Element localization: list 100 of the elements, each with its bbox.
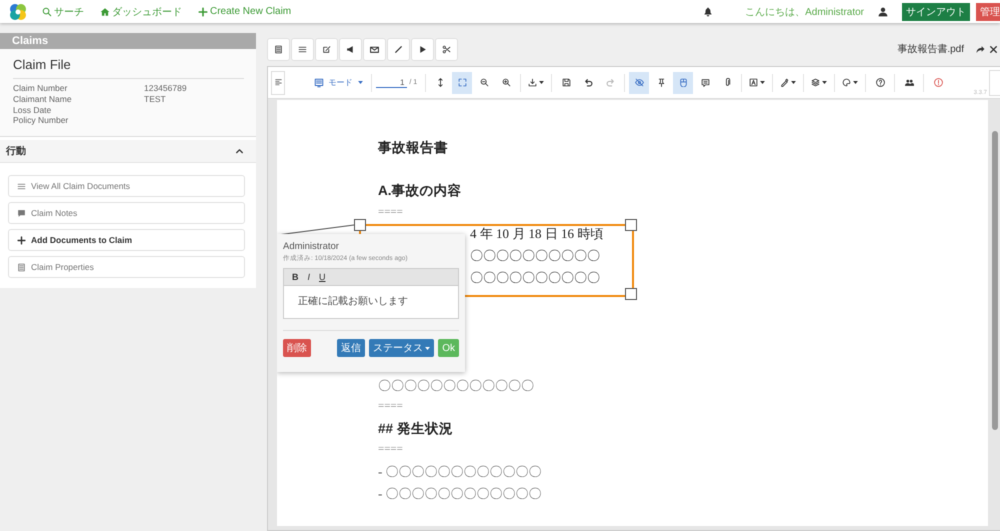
scrollbar[interactable] <box>992 131 998 430</box>
zoom-out-icon <box>480 78 489 87</box>
caret-icon <box>358 81 364 84</box>
zoom-in-icon <box>502 78 511 87</box>
comment-icon <box>700 78 710 87</box>
nav-link[interactable]: Create New Claim <box>198 6 292 17</box>
fit-height-icon <box>436 78 445 87</box>
close-icon <box>989 44 998 54</box>
sign-out-button[interactable]: サインアウト <box>902 2 970 20</box>
body-text: - 〇〇〇〇〇〇〇〇〇〇〇〇 <box>378 464 542 479</box>
action-button[interactable]: Claim Properties <box>8 256 245 278</box>
fullscreen-icon <box>458 78 467 87</box>
action-button[interactable]: Ok <box>438 339 459 357</box>
section-title: 行動 <box>6 144 26 158</box>
format-button[interactable]: I <box>304 272 314 282</box>
user-button[interactable] <box>876 4 890 18</box>
list-icon <box>17 182 26 191</box>
pen-icon <box>780 78 790 87</box>
format-button[interactable]: B <box>289 272 302 282</box>
field-value: 123456789 <box>144 83 188 94</box>
toolbar-button[interactable] <box>315 38 338 60</box>
megaphone-icon <box>346 44 355 54</box>
comment-text: 正確に記載お願いします <box>297 294 409 309</box>
body-text: 4 年 10 月 18 日 16 時頃 <box>470 226 604 242</box>
panel-header: Claims <box>0 33 256 49</box>
toolbar-button[interactable] <box>435 38 458 60</box>
format-button[interactable]: U <box>316 272 329 282</box>
page-number-field[interactable]: 1 <box>376 78 408 88</box>
body-text: 〇〇〇〇〇〇〇〇〇〇〇〇 <box>378 378 534 393</box>
toolbar-button[interactable] <box>411 38 434 60</box>
text-box-icon <box>749 78 758 87</box>
palette-icon <box>842 78 852 87</box>
comment-author: Administrator <box>283 241 340 252</box>
layers-icon <box>811 78 820 87</box>
comment-icon <box>17 208 26 218</box>
mouse-icon <box>678 78 688 87</box>
resize-handle[interactable] <box>625 288 637 300</box>
undo-icon <box>584 78 593 87</box>
document-icon <box>17 262 26 272</box>
field-label: Policy Number <box>13 115 70 126</box>
sidebar-toggle-button[interactable] <box>271 70 285 94</box>
document-heading: A.事故の内容 <box>378 183 462 198</box>
action-button[interactable]: Add Documents to Claim <box>8 229 245 252</box>
toolbar-button[interactable] <box>267 38 290 60</box>
resize-handle[interactable] <box>625 219 637 231</box>
action-button[interactable]: 返信 <box>337 339 366 357</box>
caret-icon <box>425 346 430 350</box>
play-icon <box>418 44 427 54</box>
resize-handle[interactable] <box>354 219 366 231</box>
document-icon <box>274 44 283 54</box>
pencil-icon <box>394 44 403 54</box>
comment-editor[interactable]: B I U 正確に記載お願いします <box>283 268 459 319</box>
caret-icon <box>539 81 544 84</box>
admin-button[interactable]: 管理 <box>976 2 1000 20</box>
action-button[interactable]: Claim Notes <box>8 202 245 224</box>
eye-slash-icon <box>634 78 644 87</box>
action-button[interactable]: View All Claim Documents <box>8 175 245 198</box>
toolbar-button[interactable] <box>363 38 386 60</box>
card-title: Claim File <box>13 57 244 79</box>
pin-icon <box>656 78 666 87</box>
caret-icon <box>853 81 858 84</box>
status-dropdown[interactable]: ステータス <box>369 339 434 357</box>
body-text: - 〇〇〇〇〇〇〇〇〇〇〇〇 <box>378 486 542 500</box>
info-icon <box>934 78 943 87</box>
nav-link[interactable]: サーチ <box>42 4 84 18</box>
rule-text: ==== <box>378 400 403 412</box>
rule-text: ==== <box>378 206 403 218</box>
scissors-icon <box>442 44 451 54</box>
nav-link[interactable]: ダッシュボード <box>100 4 182 18</box>
rule-text: ==== <box>378 443 403 456</box>
action-button[interactable]: 削除 <box>283 339 311 357</box>
caret-icon <box>822 81 828 84</box>
body-text: 〇〇〇〇〇〇〇〇〇〇 <box>470 270 600 285</box>
mode-icon <box>314 78 324 88</box>
plus-icon <box>17 236 26 245</box>
bell-icon <box>703 6 714 16</box>
help-icon <box>876 78 885 87</box>
save-icon <box>562 78 571 87</box>
file-name: 事故報告書.pdf <box>897 42 964 56</box>
redo-icon <box>606 78 615 87</box>
users-icon <box>904 78 914 87</box>
plus-icon <box>198 6 208 16</box>
body-text: 〇〇〇〇〇〇〇〇〇〇 <box>470 248 600 263</box>
field-value: TEST <box>144 94 167 105</box>
list-icon <box>298 44 307 54</box>
document-title: 事故報告書 <box>378 140 448 155</box>
toolbar-button[interactable] <box>291 38 314 60</box>
share-icon <box>976 44 985 54</box>
envelope-icon <box>370 44 379 54</box>
toolbar-button[interactable] <box>339 38 362 60</box>
panel-icon <box>274 78 282 87</box>
field-label: Loss Date <box>13 104 52 116</box>
caret-icon <box>791 81 796 84</box>
field-label: Claim Number <box>13 83 68 94</box>
search-icon <box>42 6 52 16</box>
caret-up-icon <box>235 146 244 156</box>
greeting-text: こんにちは、Administrator <box>745 6 864 18</box>
field-label: Claimant Name <box>13 94 73 105</box>
mode-dropdown[interactable]: モード <box>310 77 368 88</box>
home-icon <box>100 6 110 16</box>
